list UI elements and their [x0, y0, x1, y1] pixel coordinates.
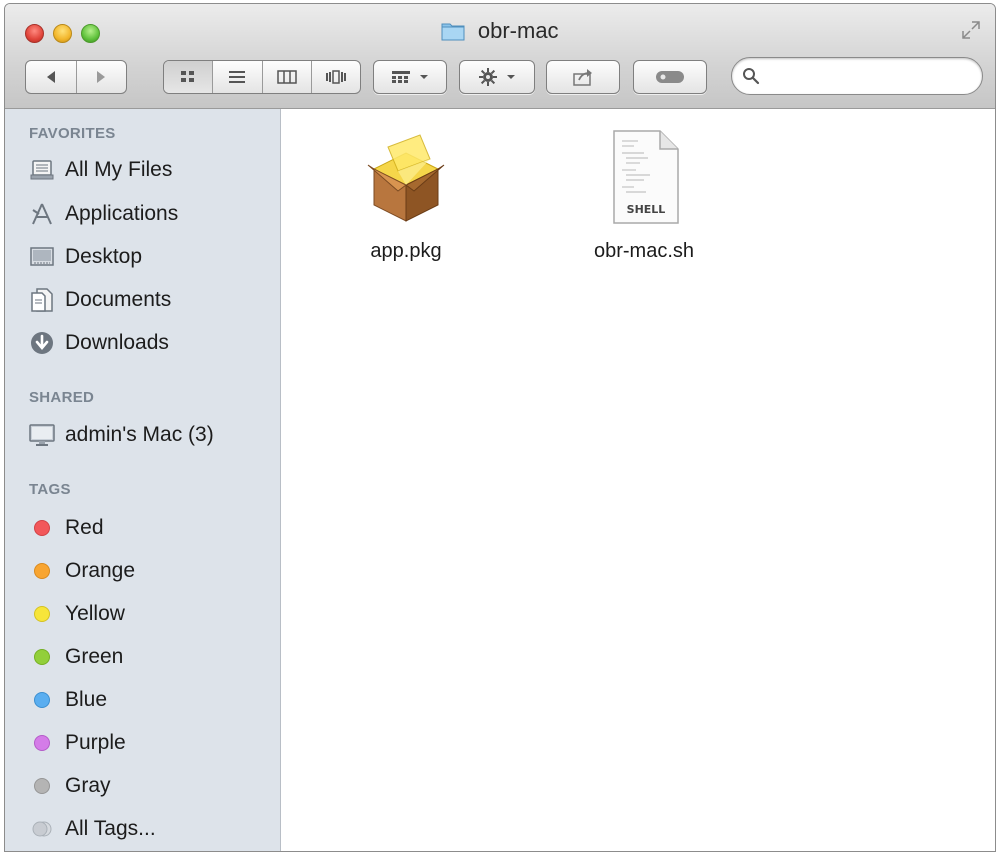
sidebar-item-label: admin's Mac (3): [65, 423, 214, 446]
yellow-tag-dot-icon: [34, 606, 50, 622]
green-tag-dot-icon: [34, 649, 50, 665]
applications-icon: [29, 202, 55, 226]
title-bar: obr-mac: [5, 4, 995, 109]
back-arrow-icon: [46, 71, 55, 83]
share-button[interactable]: [546, 60, 620, 94]
list-view-icon: [229, 71, 246, 83]
sidebar-item-label: Blue: [65, 688, 108, 711]
sidebar-tag-gray[interactable]: Gray: [29, 769, 274, 803]
search-field[interactable]: [731, 57, 983, 95]
cover-flow-button[interactable]: [312, 61, 360, 93]
documents-icon: [29, 288, 55, 312]
icon-view-button[interactable]: [164, 61, 214, 93]
window-title-area: obr-mac: [5, 18, 995, 46]
blue-tag-dot-icon: [34, 692, 50, 708]
tags-heading: TAGS: [29, 481, 71, 498]
sidebar-tag-blue[interactable]: Blue: [29, 683, 274, 717]
cover-flow-icon: [325, 70, 346, 84]
favorites-heading: FAVORITES: [29, 125, 116, 142]
list-view-button[interactable]: [213, 61, 263, 93]
arrange-grid-icon: [392, 71, 410, 83]
arrange-button[interactable]: [373, 60, 447, 94]
sidebar-item-desktop[interactable]: Desktop: [29, 240, 274, 274]
sidebar-tag-yellow[interactable]: Yellow: [29, 597, 274, 631]
tag-pill-icon: [656, 71, 684, 83]
all-my-files-icon: [29, 158, 55, 182]
sidebar-item-label: Applications: [65, 202, 179, 225]
sidebar-item-label: Gray: [65, 774, 111, 797]
chevron-down-icon: [507, 75, 515, 79]
desktop-icon: [29, 245, 55, 269]
sidebar-item-label: Red: [65, 516, 104, 539]
downloads-icon: [29, 331, 55, 355]
forward-arrow-icon: [97, 71, 106, 83]
search-icon: [743, 68, 760, 85]
column-view-button[interactable]: [263, 61, 312, 93]
icon-view-icon: [181, 71, 195, 82]
sidebar-item-label: Desktop: [65, 245, 143, 268]
file-name: obr-mac.sh: [593, 240, 695, 262]
sidebar-item-applications[interactable]: Applications: [29, 197, 274, 231]
sidebar-item-label: Documents: [65, 288, 172, 311]
fullscreen-icon[interactable]: [961, 20, 981, 40]
share-icon: [573, 69, 592, 86]
sidebar-tag-green[interactable]: Green: [29, 640, 274, 674]
shared-heading: SHARED: [29, 389, 95, 406]
finder-window: obr-mac FAVORITES All My Files Applicati…: [4, 3, 996, 852]
sidebar-tag-purple[interactable]: Purple: [29, 726, 274, 760]
sidebar-item-label: Orange: [65, 559, 136, 582]
search-input[interactable]: [766, 64, 970, 90]
file-item-obr-mac-sh[interactable]: SHELL obr-mac.sh: [564, 129, 724, 263]
sidebar-item-label: Green: [65, 645, 124, 668]
orange-tag-dot-icon: [34, 563, 50, 579]
gear-icon: [479, 68, 497, 86]
column-view-icon: [276, 70, 297, 84]
sidebar-item-downloads[interactable]: Downloads: [29, 326, 274, 360]
sidebar-tag-red[interactable]: Red: [29, 511, 274, 545]
action-button[interactable]: [459, 60, 535, 94]
all-tags-icon: [32, 821, 52, 837]
red-tag-dot-icon: [34, 520, 50, 536]
sidebar-item-label: Yellow: [65, 602, 125, 625]
sidebar: FAVORITES All My Files Applications Desk…: [5, 109, 281, 851]
sidebar-item-label: Purple: [65, 731, 126, 754]
sidebar-item-label: All My Files: [65, 158, 173, 181]
file-item-app-pkg[interactable]: app.pkg: [326, 129, 486, 263]
back-button[interactable]: [26, 61, 77, 93]
gray-tag-dot-icon: [34, 778, 50, 794]
sidebar-item-label: All Tags...: [65, 817, 156, 840]
view-mode-control: [163, 60, 361, 94]
purple-tag-dot-icon: [34, 735, 50, 751]
window-title: obr-mac: [477, 18, 559, 43]
shell-badge-label: SHELL: [627, 203, 666, 216]
sidebar-item-label: Downloads: [65, 331, 169, 354]
back-forward-control: [25, 60, 127, 94]
package-icon: [367, 134, 445, 222]
folder-icon: [441, 23, 465, 41]
sidebar-item-documents[interactable]: Documents: [29, 283, 274, 317]
file-browser-content: app.pkg SHELL obr-mac.sh: [281, 109, 995, 851]
computer-icon: [29, 423, 55, 447]
edit-tags-button[interactable]: [633, 60, 707, 94]
sidebar-item-admins-mac[interactable]: admin's Mac (3): [29, 418, 274, 452]
sidebar-tag-orange[interactable]: Orange: [29, 554, 274, 588]
sidebar-item-all-my-files[interactable]: All My Files: [29, 153, 274, 187]
shell-script-icon: SHELL: [613, 130, 679, 224]
sidebar-tag-all-tags[interactable]: All Tags...: [29, 812, 274, 846]
chevron-down-icon: [420, 75, 428, 79]
file-name: app.pkg: [370, 240, 442, 262]
forward-button[interactable]: [77, 61, 127, 93]
